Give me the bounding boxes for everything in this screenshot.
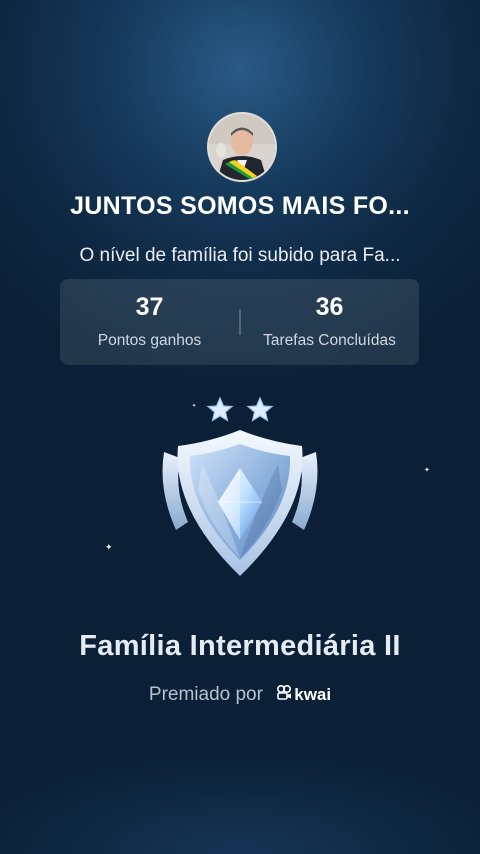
sparkle-icon: ✦	[105, 542, 113, 552]
badge-level-title: Família Intermediária II	[79, 630, 401, 662]
tasks-label: Tarefas Concluídas	[263, 332, 396, 349]
kwai-brand: kwai	[294, 685, 332, 704]
sparkle-icon: ✦	[424, 467, 430, 474]
group-avatar[interactable]	[207, 112, 277, 182]
star-icon	[206, 396, 234, 422]
stats-card: 37 Pontos ganhos 36 Tarefas Concluídas	[60, 279, 419, 365]
points-value: 37	[135, 293, 164, 321]
level-up-message: O nível de família foi subido para Fa...	[79, 245, 401, 266]
star-icon	[246, 396, 274, 422]
family-level-badge	[150, 390, 330, 590]
stat-points: 37 Pontos ganhos	[60, 279, 239, 365]
awarded-by: Premiado por kwai	[0, 684, 480, 706]
kwai-logo-icon	[276, 684, 292, 706]
points-label: Pontos ganhos	[97, 332, 202, 349]
stat-tasks: 36 Tarefas Concluídas	[240, 279, 419, 365]
group-title: JUNTOS SOMOS MAIS FO...	[70, 192, 410, 220]
awarded-by-label: Premiado por	[148, 684, 263, 705]
tasks-value: 36	[315, 293, 344, 321]
